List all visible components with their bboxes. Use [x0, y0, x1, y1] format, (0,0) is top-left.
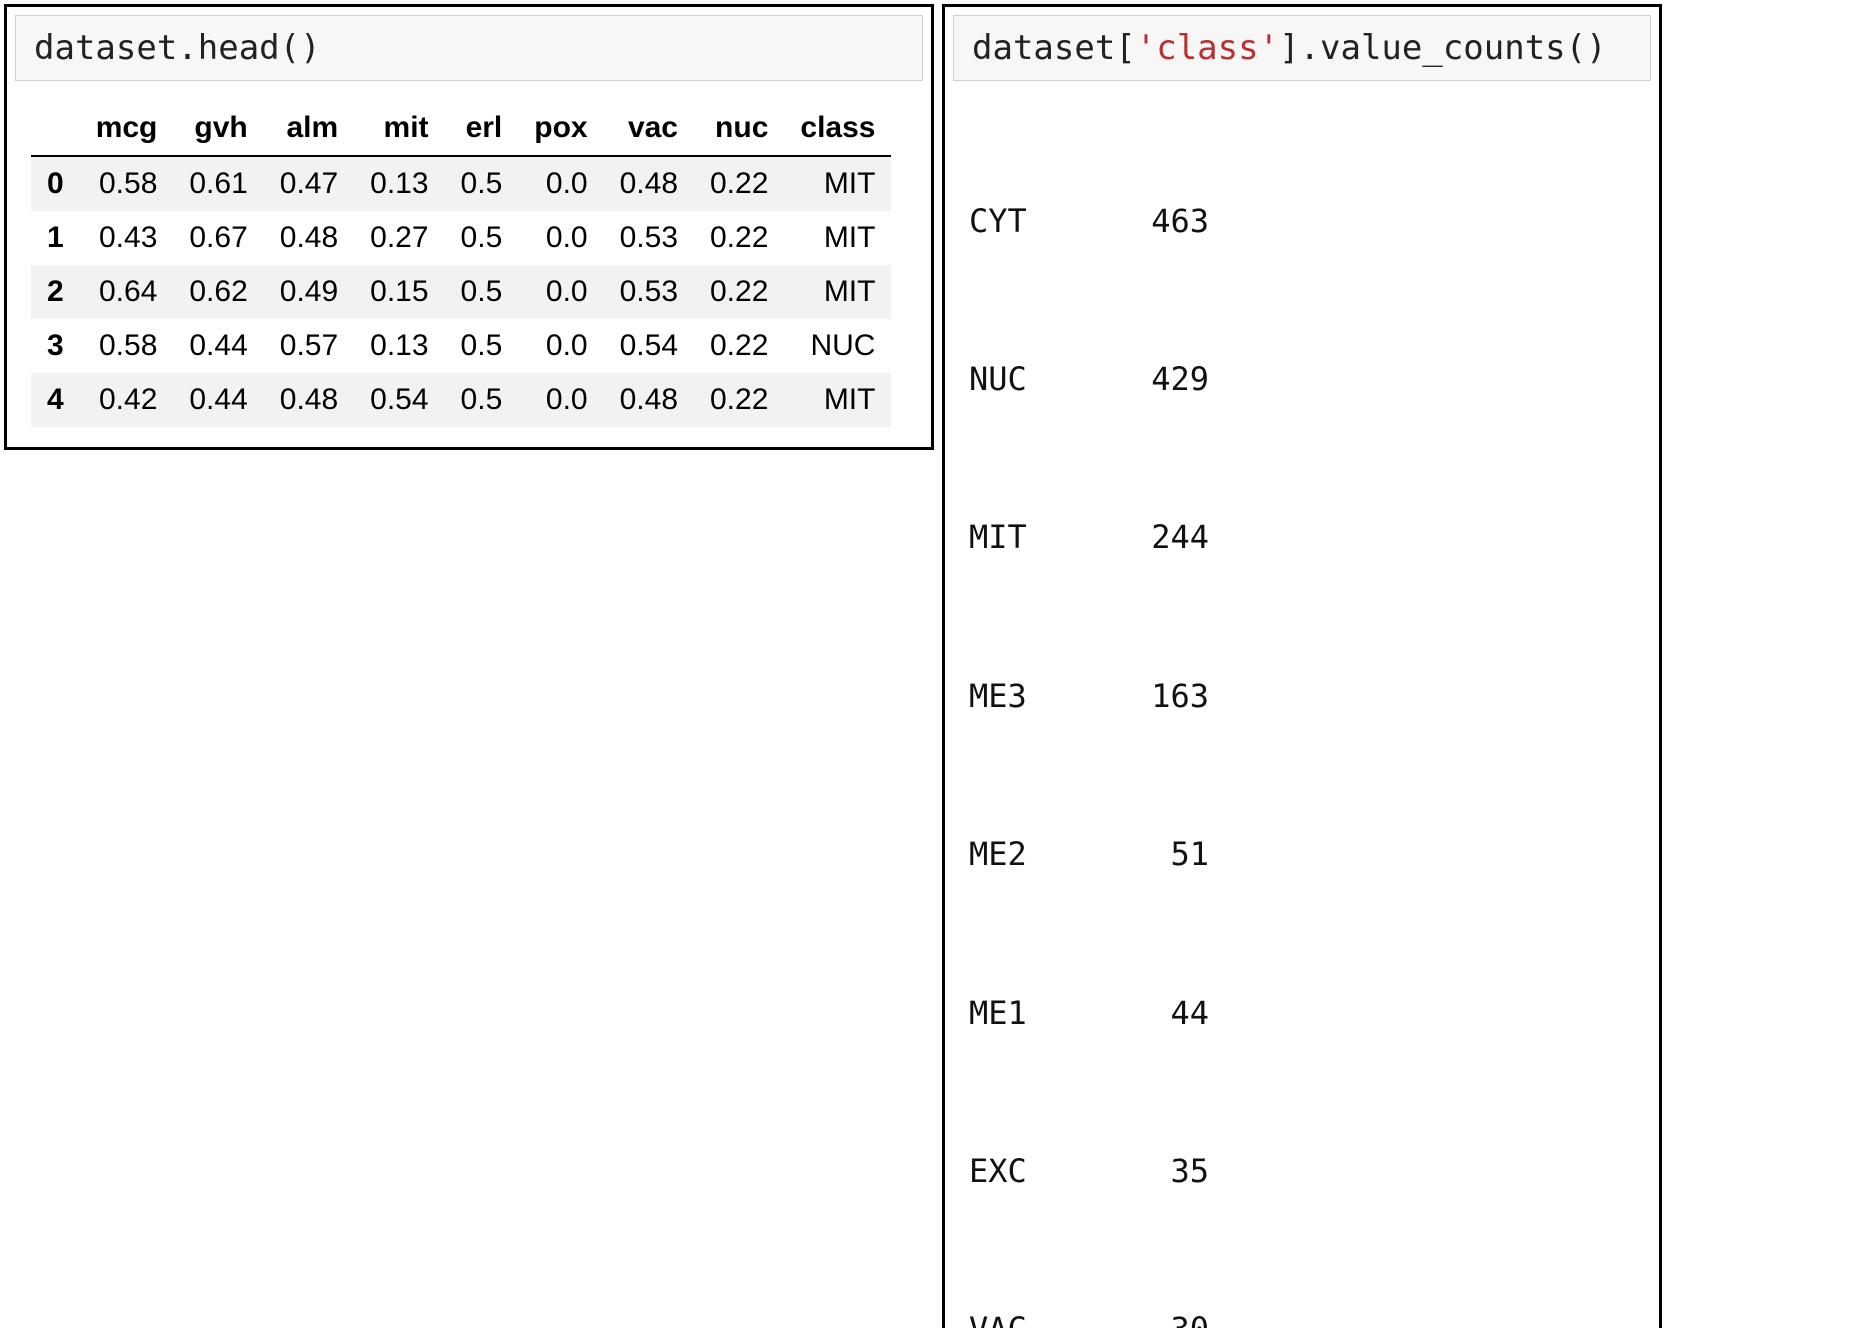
cell: 0.5 [445, 319, 519, 373]
cell: MIT [784, 373, 891, 427]
cell: 0.64 [80, 265, 174, 319]
code-prefix: dataset[ [972, 28, 1136, 68]
vc-label: CYT [969, 195, 1099, 248]
dataframe-table: mcg gvh alm mit erl pox vac nuc class 0 … [31, 101, 891, 427]
cell: 0.48 [604, 156, 694, 211]
cell: 0.43 [80, 211, 174, 265]
column-header: vac [604, 101, 694, 156]
value-counts-row: CYT463 [969, 195, 1635, 248]
vc-label: VAC [969, 1303, 1099, 1328]
cell: 0.5 [445, 156, 519, 211]
panel-value-counts: dataset['class'].value_counts() CYT463 N… [942, 4, 1662, 1328]
cell: 0.61 [173, 156, 263, 211]
code-string-literal: 'class' [1136, 28, 1279, 68]
cell: 0.5 [445, 265, 519, 319]
value-counts-row: MIT244 [969, 511, 1635, 564]
cell: 0.22 [694, 319, 784, 373]
cell: 0.15 [354, 265, 444, 319]
cell: 0.13 [354, 319, 444, 373]
cell: NUC [784, 319, 891, 373]
value-counts-row: ME251 [969, 828, 1635, 881]
value-counts-row: ME3163 [969, 670, 1635, 723]
code-cell-value-counts[interactable]: dataset['class'].value_counts() [953, 15, 1651, 81]
cell: 0.5 [445, 373, 519, 427]
table-row: 1 0.43 0.67 0.48 0.27 0.5 0.0 0.53 0.22 … [31, 211, 891, 265]
vc-label: ME3 [969, 670, 1099, 723]
value-counts-row: VAC30 [969, 1303, 1635, 1328]
cell: 0.48 [264, 373, 354, 427]
vc-count: 30 [1099, 1303, 1209, 1328]
cell: 0.62 [173, 265, 263, 319]
cell: 0.44 [173, 319, 263, 373]
code-suffix: ].value_counts() [1279, 28, 1607, 68]
cell: 0.48 [604, 373, 694, 427]
code-cell-head[interactable]: dataset.head() [15, 15, 923, 81]
vc-count: 244 [1099, 511, 1209, 564]
cell: 0.42 [80, 373, 174, 427]
cell: 0.0 [518, 211, 603, 265]
vc-label: EXC [969, 1145, 1099, 1198]
table-row: 2 0.64 0.62 0.49 0.15 0.5 0.0 0.53 0.22 … [31, 265, 891, 319]
cell: 0.5 [445, 211, 519, 265]
column-header: nuc [694, 101, 784, 156]
table-row: 3 0.58 0.44 0.57 0.13 0.5 0.0 0.54 0.22 … [31, 319, 891, 373]
column-header: pox [518, 101, 603, 156]
value-counts-row: EXC35 [969, 1145, 1635, 1198]
cell: MIT [784, 156, 891, 211]
cell: 0.27 [354, 211, 444, 265]
row-index: 0 [31, 156, 80, 211]
vc-count: 463 [1099, 195, 1209, 248]
cell: 0.22 [694, 373, 784, 427]
cell: 0.22 [694, 265, 784, 319]
vc-label: NUC [969, 353, 1099, 406]
table-row: 4 0.42 0.44 0.48 0.54 0.5 0.0 0.48 0.22 … [31, 373, 891, 427]
vc-count: 35 [1099, 1145, 1209, 1198]
table-corner [31, 101, 80, 156]
row-index: 4 [31, 373, 80, 427]
vc-label: MIT [969, 511, 1099, 564]
table-row: 0 0.58 0.61 0.47 0.13 0.5 0.0 0.48 0.22 … [31, 156, 891, 211]
cell: 0.53 [604, 265, 694, 319]
cell: 0.0 [518, 156, 603, 211]
cell: 0.58 [80, 156, 174, 211]
cell: 0.54 [354, 373, 444, 427]
value-counts-output: CYT463 NUC429 MIT244 ME3163 ME251 ME144 … [969, 89, 1635, 1328]
cell: 0.67 [173, 211, 263, 265]
cell: MIT [784, 265, 891, 319]
cell: 0.54 [604, 319, 694, 373]
cell: 0.58 [80, 319, 174, 373]
cell: MIT [784, 211, 891, 265]
panel-dataset-head: dataset.head() mcg gvh alm mit erl pox v… [4, 4, 934, 450]
row-index: 1 [31, 211, 80, 265]
cell: 0.13 [354, 156, 444, 211]
cell: 0.0 [518, 265, 603, 319]
column-header: erl [445, 101, 519, 156]
vc-count: 429 [1099, 353, 1209, 406]
column-header: class [784, 101, 891, 156]
cell: 0.53 [604, 211, 694, 265]
cell: 0.44 [173, 373, 263, 427]
row-index: 3 [31, 319, 80, 373]
cell: 0.47 [264, 156, 354, 211]
column-header: mcg [80, 101, 174, 156]
cell: 0.0 [518, 319, 603, 373]
vc-count: 51 [1099, 828, 1209, 881]
cell: 0.22 [694, 156, 784, 211]
column-header: mit [354, 101, 444, 156]
vc-count: 44 [1099, 987, 1209, 1040]
row-index: 2 [31, 265, 80, 319]
cell: 0.0 [518, 373, 603, 427]
cell: 0.57 [264, 319, 354, 373]
column-header: gvh [173, 101, 263, 156]
value-counts-row: ME144 [969, 987, 1635, 1040]
value-counts-row: NUC429 [969, 353, 1635, 406]
vc-count: 163 [1099, 670, 1209, 723]
cell: 0.48 [264, 211, 354, 265]
vc-label: ME2 [969, 828, 1099, 881]
vc-label: ME1 [969, 987, 1099, 1040]
cell: 0.49 [264, 265, 354, 319]
cell: 0.22 [694, 211, 784, 265]
column-header: alm [264, 101, 354, 156]
